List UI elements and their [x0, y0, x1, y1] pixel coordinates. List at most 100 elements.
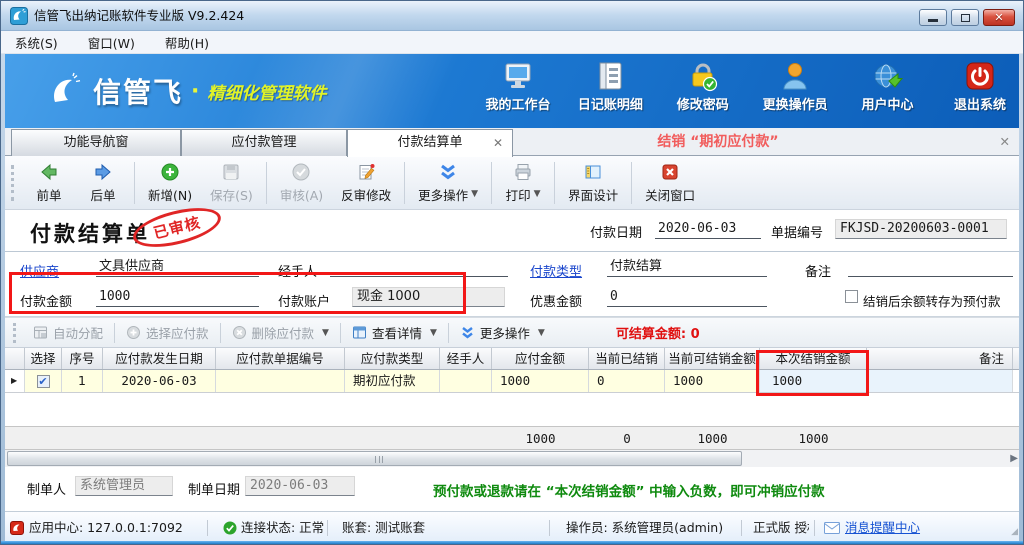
close-window-icon — [660, 162, 680, 182]
statusbar-separator — [549, 520, 550, 536]
col-handler[interactable]: 经手人 — [440, 348, 492, 369]
summary-payable: 1000 — [492, 427, 589, 451]
handler-field[interactable] — [330, 257, 508, 277]
delete-payable-button[interactable]: 删除应付款 ▼ — [223, 321, 338, 345]
pay-type-field[interactable]: 付款结算 — [607, 257, 767, 277]
account-field[interactable]: 现金 1000 — [352, 287, 505, 307]
auto-assign-button[interactable]: 自动分配 — [24, 321, 112, 345]
col-doc-no[interactable]: 应付款单据编号 — [216, 348, 345, 369]
scrollbar-right-arrow-icon[interactable]: ▶ — [1010, 453, 1018, 464]
select-payable-label: 选择应付款 — [146, 323, 209, 342]
horizontal-scrollbar[interactable]: ▶ — [5, 450, 1019, 467]
brand-separator: · — [191, 79, 199, 104]
add-new-button[interactable]: 新增(N) — [139, 159, 201, 207]
print-button[interactable]: 打印▼ — [496, 159, 550, 207]
operator-text: 操作员: 系统管理员(admin) — [566, 512, 723, 543]
toolbar-separator — [134, 162, 135, 204]
amount-field[interactable]: 1000 — [96, 287, 259, 307]
grid-toolbar-separator — [220, 323, 221, 343]
window-right-frame — [1019, 54, 1023, 541]
settlement-note: 结销 “期初应付款” — [553, 128, 883, 156]
ui-design-button[interactable]: 界面设计 — [559, 159, 627, 207]
col-payable[interactable]: 应付金额 — [492, 348, 589, 369]
restore-button[interactable] — [951, 9, 979, 26]
discount-label: 优惠金额 — [530, 291, 582, 310]
statusbar-separator — [741, 520, 742, 536]
row-select-cell[interactable]: ✔ — [25, 370, 62, 392]
row-settled-cell: 0 — [589, 370, 665, 392]
pay-type-label[interactable]: 付款类型 — [530, 261, 582, 280]
delete-x-icon — [232, 325, 247, 340]
brand-slogan: 精细化管理软件 — [207, 79, 326, 104]
save-button[interactable]: 保存(S) — [201, 159, 262, 207]
row-seq-cell: 1 — [62, 370, 103, 392]
col-settled[interactable]: 当前已结销 — [589, 348, 665, 369]
discount-field[interactable]: 0 — [607, 287, 767, 307]
user-center-button[interactable]: 用户中心 — [849, 60, 927, 113]
handler-label: 经手人 — [278, 261, 317, 280]
supplier-label[interactable]: 供应商 — [20, 261, 59, 280]
tab-close-icon[interactable]: ✕ — [493, 130, 503, 156]
col-remark[interactable]: 备注 — [867, 348, 1013, 369]
grid-more-operations-button[interactable]: 更多操作 ▼ — [451, 321, 554, 345]
menu-help[interactable]: 帮助(H) — [165, 33, 209, 52]
next-doc-button[interactable]: 后单 — [76, 159, 130, 207]
minimize-button[interactable] — [919, 9, 947, 26]
remark-field[interactable] — [848, 257, 1013, 277]
table-summary-row: 1000 0 1000 1000 — [5, 426, 1019, 450]
row-handler-cell — [440, 370, 492, 392]
strip-close-icon[interactable]: ✕ — [1000, 128, 1010, 156]
row-current-cell[interactable]: 1000 — [760, 370, 867, 392]
table-row[interactable]: ▶ ✔ 1 2020-06-03 期初应付款 1000 0 1000 1000 — [5, 370, 1019, 393]
col-type[interactable]: 应付款类型 — [345, 348, 440, 369]
pay-date-field[interactable]: 2020-06-03 — [655, 219, 761, 239]
row-type-cell: 期初应付款 — [345, 370, 440, 392]
col-available[interactable]: 当前可结销金额 — [665, 348, 760, 369]
audit-label: 审核(A) — [280, 185, 323, 204]
brand-name: 信管飞 — [93, 71, 183, 111]
col-seq[interactable]: 序号 — [62, 348, 103, 369]
menu-window[interactable]: 窗口(W) — [88, 33, 135, 52]
audit-button[interactable]: 审核(A) — [271, 159, 332, 207]
workstation-button[interactable]: 我的工作台 — [479, 60, 557, 113]
tab-payable-management[interactable]: 应付款管理 — [181, 129, 347, 156]
unaudit-button[interactable]: 反审修改 — [332, 159, 400, 207]
supplier-field[interactable]: 文具供应商 — [96, 257, 259, 277]
menu-system[interactable]: 系统(S) — [15, 33, 58, 52]
maker-field: 系统管理员 — [75, 476, 173, 496]
exit-system-button[interactable]: 退出系统 — [941, 60, 1019, 113]
ui-design-icon — [583, 162, 603, 182]
grid-toolbar-separator — [448, 323, 449, 343]
scrollbar-thumb[interactable] — [7, 451, 742, 466]
tab-navigator[interactable]: 功能导航窗 — [11, 129, 181, 156]
dropdown-caret-icon: ▼ — [322, 328, 329, 338]
view-detail-button[interactable]: 查看详情 ▼ — [343, 321, 446, 345]
prev-arrow-icon — [39, 162, 59, 182]
switch-operator-button[interactable]: 更换操作员 — [756, 60, 834, 113]
view-detail-label: 查看详情 — [372, 323, 422, 342]
toolbar-separator — [404, 162, 405, 204]
message-center-link[interactable]: 消息提醒中心 — [845, 512, 920, 543]
prev-doc-button[interactable]: 前单 — [22, 159, 76, 207]
app-center-icon — [10, 521, 24, 535]
account-set-text: 账套: 测试账套 — [342, 512, 425, 543]
window-bottom-edge — [1, 541, 1023, 544]
tab-payment-settlement[interactable]: 付款结算单 ✕ — [347, 129, 513, 157]
print-label: 打印 — [506, 185, 531, 204]
tab-settlement-label: 付款结算单 — [397, 135, 462, 150]
transfer-prepaid-checkbox[interactable] — [845, 290, 858, 303]
close-window-button[interactable]: 关闭窗口 — [636, 159, 704, 207]
more-operations-button[interactable]: 更多操作▼ — [409, 159, 487, 207]
tab-payable-label: 应付款管理 — [231, 135, 296, 150]
change-password-button[interactable]: 修改密码 — [664, 60, 742, 113]
col-select[interactable]: 选择 — [25, 348, 62, 369]
close-button[interactable]: ✕ — [983, 9, 1015, 26]
select-payable-button[interactable]: 选择应付款 — [117, 321, 218, 345]
switch-operator-label: 更换操作员 — [763, 94, 828, 113]
col-current[interactable]: 本次结销金额 — [760, 348, 867, 369]
dropdown-caret-icon: ▼ — [538, 328, 545, 338]
user-center-label: 用户中心 — [862, 94, 914, 113]
col-date[interactable]: 应付款发生日期 — [103, 348, 216, 369]
footer-area: 制单人 系统管理员 制单日期 2020-06-03 预付款或退款请在 “本次结销… — [5, 467, 1019, 511]
journal-detail-button[interactable]: 日记账明细 — [571, 60, 649, 113]
